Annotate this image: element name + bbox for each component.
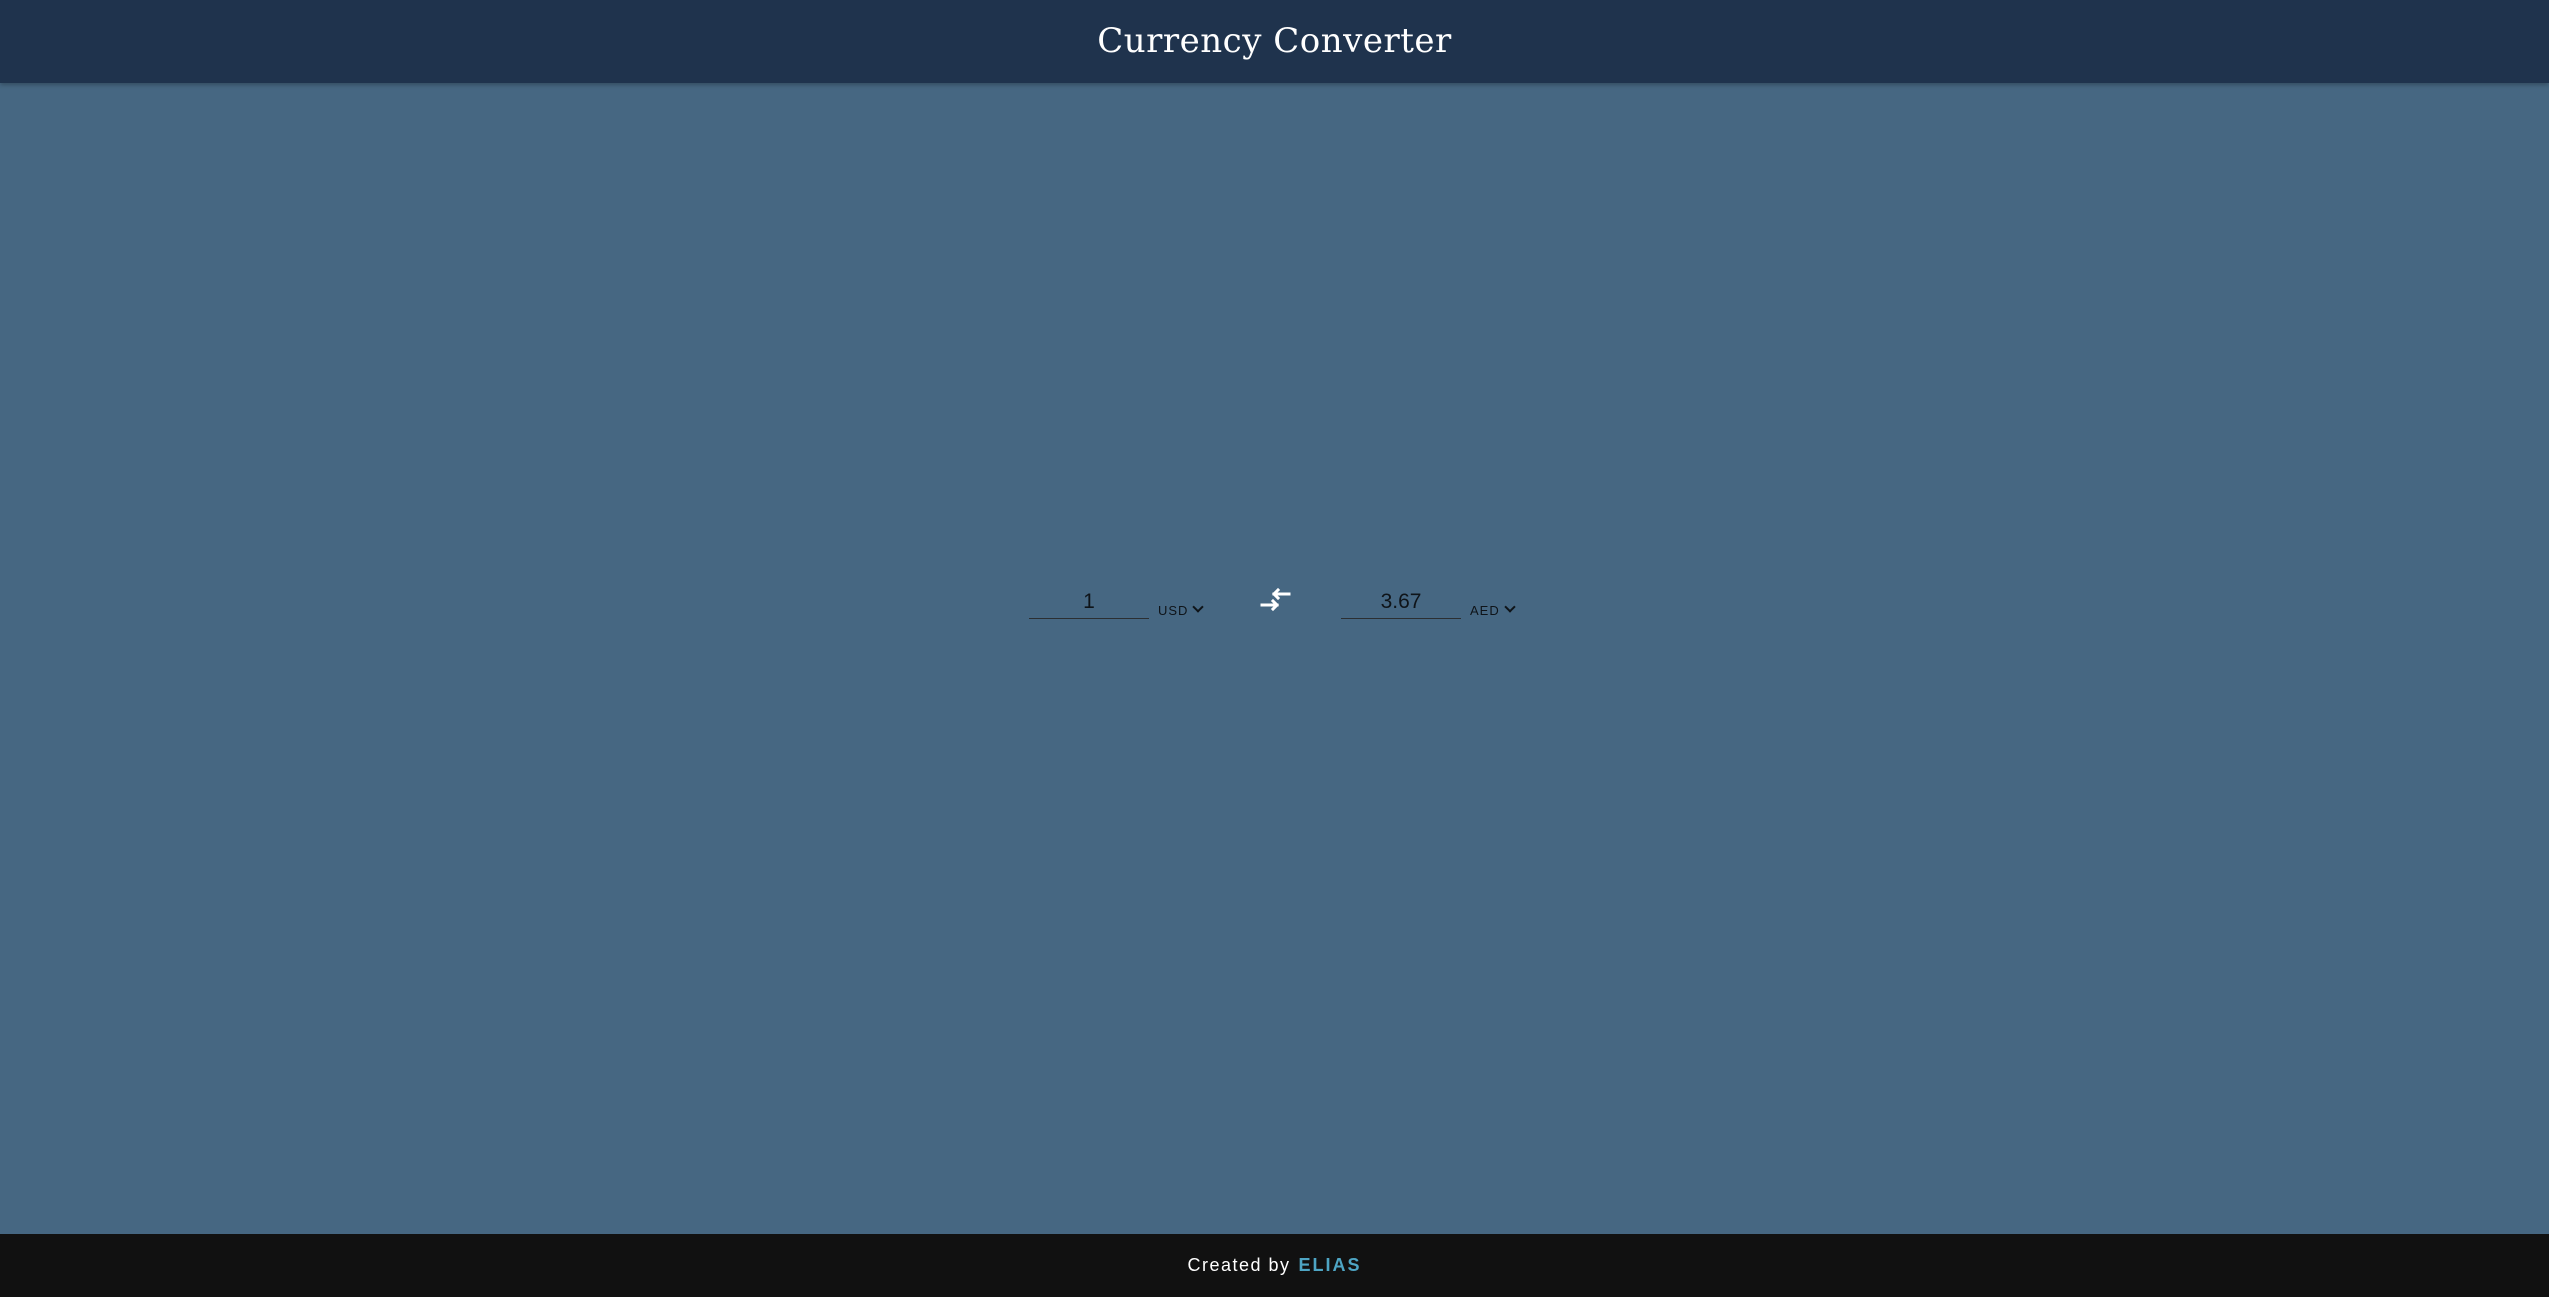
app-header: Currency Converter xyxy=(0,0,2549,83)
swap-arrows-icon xyxy=(1260,587,1291,612)
author-link[interactable]: ELIAS xyxy=(1299,1255,1362,1276)
footer-credit-text: Created by xyxy=(1187,1255,1291,1275)
converter-panel: USD AED xyxy=(1029,585,1529,621)
app-footer: Created by ELIAS xyxy=(0,1234,2549,1297)
from-currency-label: USD xyxy=(1158,602,1189,618)
to-currency-label: AED xyxy=(1470,602,1500,618)
from-amount-input[interactable] xyxy=(1029,585,1149,619)
to-amount-input[interactable] xyxy=(1341,585,1461,619)
chevron-down-icon xyxy=(1504,601,1516,613)
page-title: Currency Converter xyxy=(1097,20,1452,61)
to-currency-select[interactable]: AED xyxy=(1470,601,1516,618)
from-currency-select[interactable]: USD xyxy=(1158,601,1205,618)
chevron-down-icon xyxy=(1192,601,1205,613)
swap-button[interactable] xyxy=(1259,585,1293,615)
